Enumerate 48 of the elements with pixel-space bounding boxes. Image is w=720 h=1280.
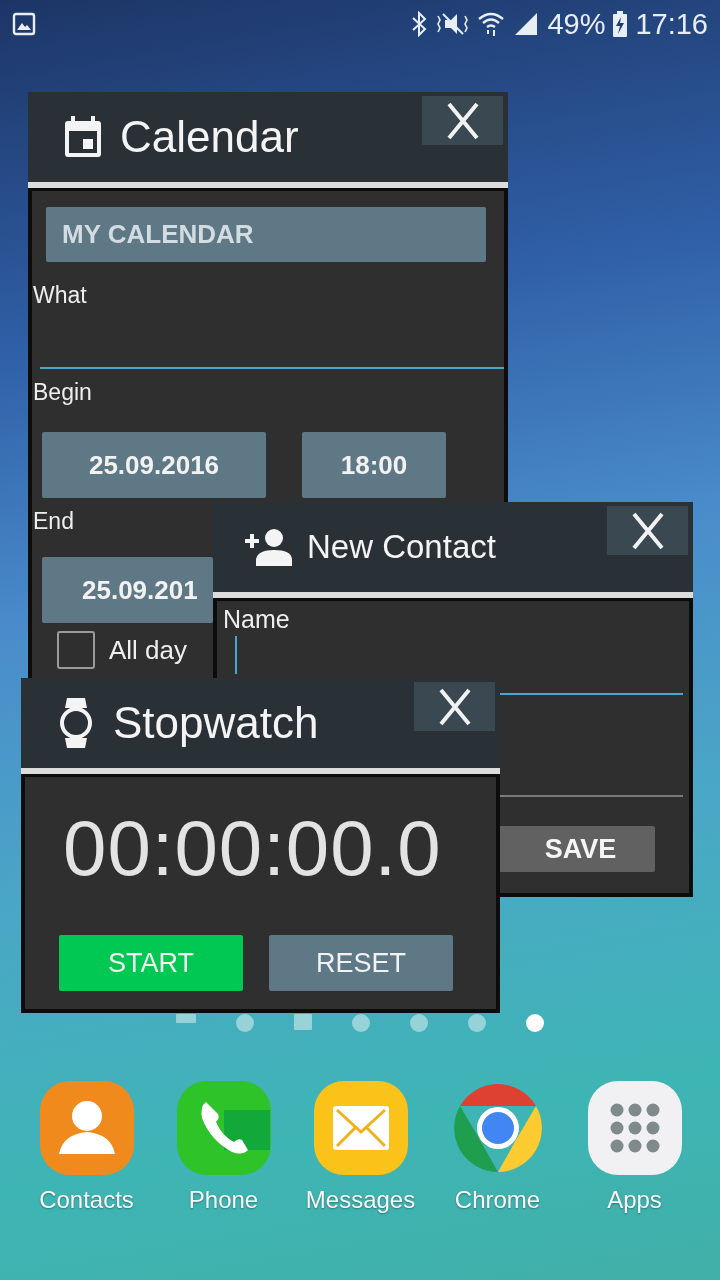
app-label[interactable]: Apps [607, 1186, 662, 1214]
app-label[interactable]: Contacts [39, 1186, 134, 1214]
envelope-icon[interactable] [312, 1080, 409, 1176]
field-label: What [32, 282, 88, 309]
window-title: Calendar [120, 112, 299, 162]
close-button[interactable] [422, 96, 503, 145]
app-label[interactable]: Phone [188, 1186, 259, 1214]
close-button[interactable] [607, 506, 688, 555]
elapsed-time: 00:00:00.0 [63, 809, 442, 887]
close-icon [445, 101, 480, 140]
checkbox[interactable] [57, 631, 95, 669]
contact-person-icon[interactable] [38, 1080, 135, 1176]
signal-icon [513, 11, 540, 37]
page-indicator[interactable] [468, 1014, 486, 1032]
time-button[interactable]: 18:00 [302, 432, 446, 498]
close-icon [630, 511, 665, 550]
watch-icon [59, 698, 93, 748]
calendar-icon [64, 116, 102, 158]
field-label: Begin [32, 379, 93, 406]
battery-percent: 49% [547, 7, 606, 41]
field-label: End [32, 508, 75, 535]
window-title: Stopwatch [113, 698, 319, 748]
page-indicator[interactable] [526, 1014, 544, 1032]
date-button[interactable]: 25.09.201 [42, 557, 213, 623]
app-grid-icon[interactable] [586, 1080, 683, 1176]
date-button[interactable]: 25.09.2016 [42, 432, 266, 498]
bluetooth-icon [411, 11, 428, 37]
reset-button[interactable]: RESET [269, 935, 453, 991]
add-person-icon [245, 528, 293, 566]
calendar-selector[interactable]: MY CALENDAR [46, 207, 486, 262]
checkbox-label: All day [109, 634, 188, 666]
close-button[interactable] [414, 682, 495, 731]
image-icon [12, 12, 36, 36]
app-label[interactable]: Chrome [454, 1186, 541, 1214]
clock-time: 17:16 [635, 7, 708, 41]
close-icon [437, 687, 472, 726]
wifi-icon [477, 10, 506, 38]
battery-icon [613, 11, 628, 37]
page-indicator[interactable] [410, 1014, 428, 1032]
page-indicator[interactable] [352, 1014, 370, 1032]
start-button[interactable]: START [59, 935, 243, 991]
page-indicator[interactable] [236, 1014, 254, 1032]
save-button[interactable]: SAVE [498, 826, 655, 872]
field-label: Name [222, 605, 291, 634]
phone-icon[interactable] [175, 1080, 272, 1176]
window-title: New Contact [307, 528, 496, 566]
app-label[interactable]: Messages [305, 1186, 416, 1214]
mute-icon [435, 11, 470, 37]
